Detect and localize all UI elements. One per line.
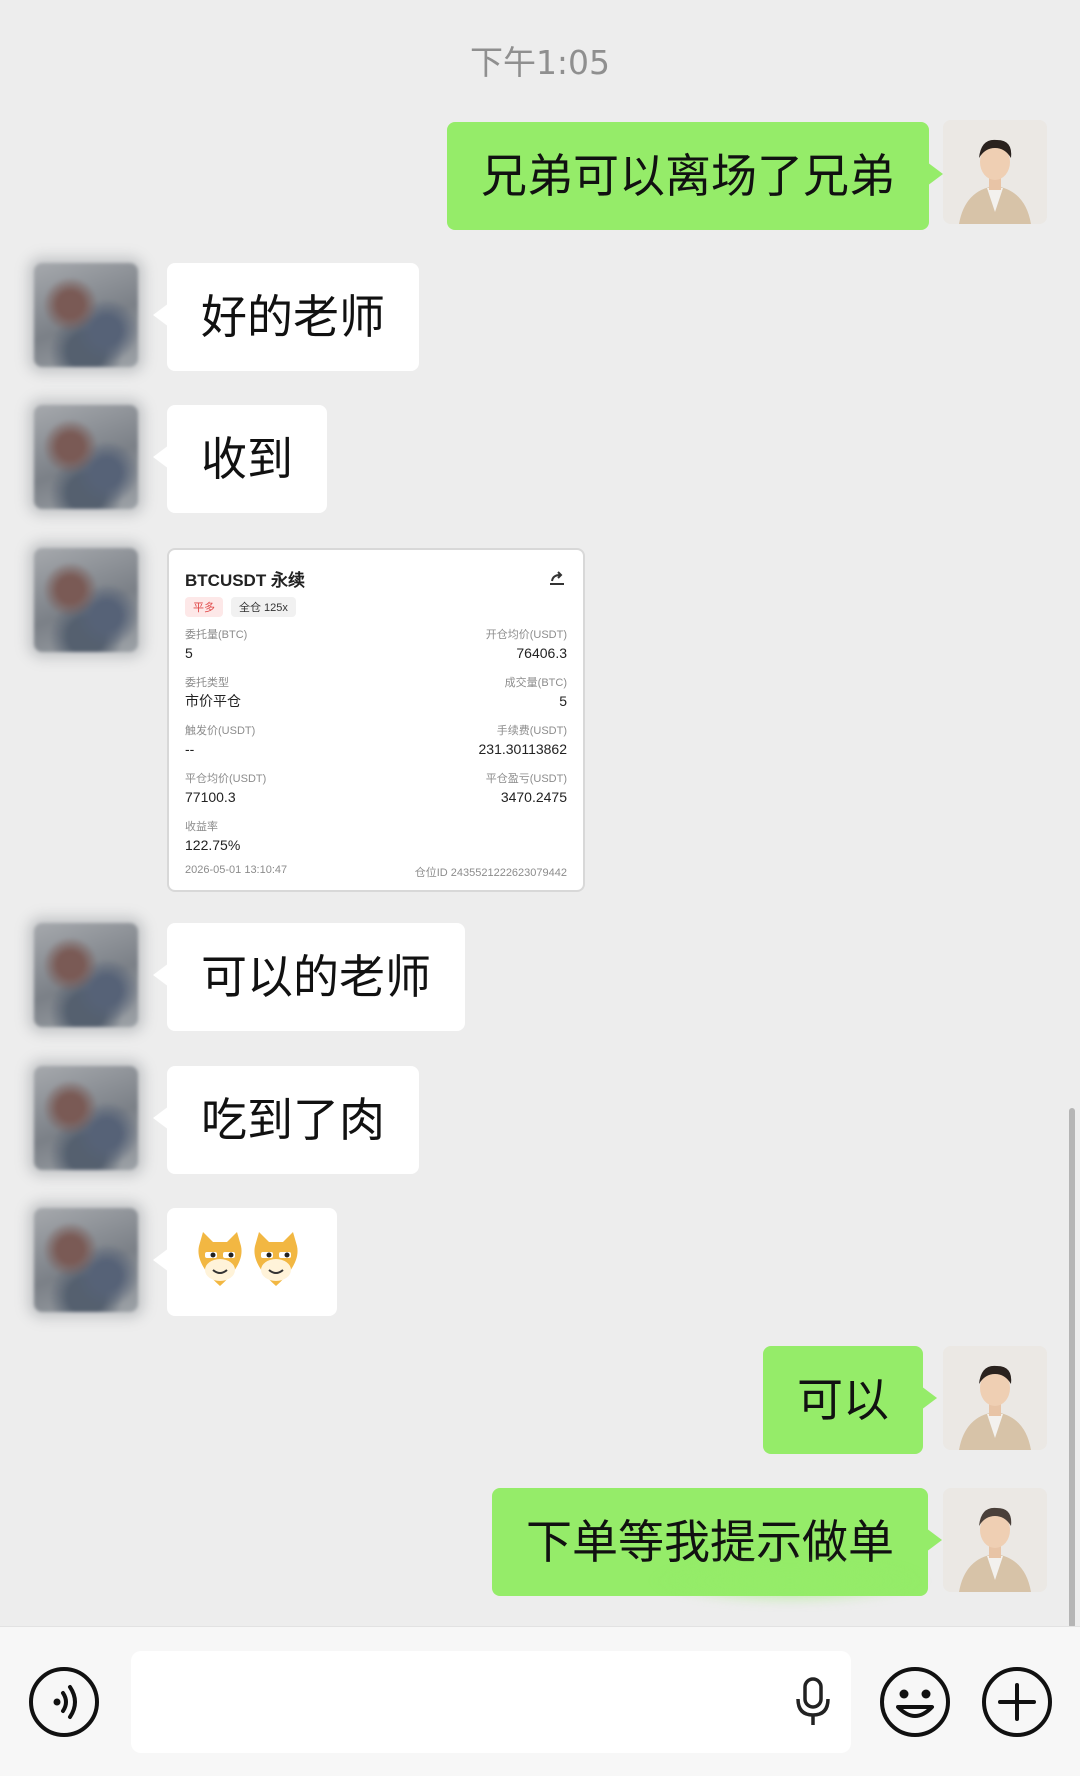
- share-icon: [550, 570, 564, 585]
- contact-avatar[interactable]: [34, 923, 138, 1027]
- message-timestamp: 下午1:05: [469, 43, 611, 82]
- card-row: 触发价(USDT) -- 手续费(USDT) 231.30113862: [185, 723, 567, 771]
- order-card-image[interactable]: BTCUSDT 永续 平多 全仓 125x 委托量(BTC) 5 开仓均价(USD…: [167, 548, 585, 892]
- contact-avatar[interactable]: [34, 1208, 138, 1312]
- field-label: 委托量(BTC): [185, 629, 248, 641]
- position-side-tag: 平多: [185, 597, 223, 617]
- chat-area: 下午1:05 兄弟可以离场了兄弟 好的老师 收到 BTCUSDT 永续 平多 全…: [0, 0, 1080, 1626]
- message-bubble-received[interactable]: 收到: [153, 405, 327, 513]
- field-value: 5: [185, 645, 193, 661]
- my-avatar[interactable]: [943, 1488, 1047, 1592]
- field-value: 77100.3: [185, 789, 236, 805]
- message-bubble-sent[interactable]: 可以: [763, 1346, 937, 1454]
- contact-avatar[interactable]: [34, 548, 138, 652]
- margin-mode-tag: 全仓 125x: [231, 597, 296, 617]
- emoji-icon[interactable]: [878, 1665, 952, 1739]
- field-value: --: [185, 741, 195, 757]
- voice-icon[interactable]: [27, 1665, 101, 1739]
- field-label: 手续费(USDT): [496, 725, 567, 737]
- message-input[interactable]: [131, 1651, 851, 1753]
- field-value: 231.30113862: [478, 741, 568, 757]
- contact-avatar[interactable]: [34, 263, 138, 367]
- my-avatar[interactable]: [943, 1346, 1047, 1450]
- field-label: 平仓均价(USDT): [185, 773, 267, 785]
- field-label: 开仓均价(USDT): [485, 629, 567, 641]
- position-id: 仓位ID 2435521222623079442: [414, 867, 567, 879]
- contact-avatar[interactable]: [34, 405, 138, 509]
- field-label: 收益率: [185, 821, 218, 833]
- blur-smudge: [650, 1556, 930, 1606]
- chat-scrollbar[interactable]: [1069, 1108, 1075, 1626]
- plus-icon[interactable]: [980, 1665, 1054, 1739]
- my-avatar[interactable]: [943, 120, 1047, 224]
- field-label: 触发价(USDT): [185, 725, 256, 737]
- message-bubble-received[interactable]: 吃到了肉: [153, 1066, 419, 1174]
- field-label: 成交量(BTC): [504, 677, 567, 689]
- field-label: 平仓盈亏(USDT): [485, 773, 567, 785]
- message-bubble-received[interactable]: 可以的老师: [153, 923, 465, 1031]
- field-value: 122.75%: [185, 837, 241, 853]
- message-bubble-received[interactable]: [153, 1208, 337, 1316]
- card-row: 收益率 122.75%: [185, 819, 567, 867]
- card-timestamp: 2026-05-01 13:10:47: [185, 864, 288, 876]
- field-value: 76406.3: [516, 645, 567, 661]
- field-label: 委托类型: [185, 677, 229, 689]
- field-value: 5: [559, 693, 567, 709]
- card-row: 委托类型市价平仓 成交量(BTC) 5: [185, 675, 567, 723]
- microphone-icon[interactable]: [793, 1677, 833, 1727]
- card-row: 委托量(BTC) 5 开仓均价(USDT) 76406.3: [185, 627, 567, 675]
- input-toolbar: [0, 1626, 1080, 1776]
- contact-avatar[interactable]: [34, 1066, 138, 1170]
- message-bubble-received[interactable]: 好的老师: [153, 263, 419, 371]
- field-value: 3470.2475: [500, 789, 567, 805]
- card-row: 平仓均价(USDT) 77100.3 平仓盈亏(USDT) 3470.2475: [185, 771, 567, 819]
- doge-emoji-icon: [198, 1232, 298, 1286]
- message-bubble-sent[interactable]: 兄弟可以离场了兄弟: [447, 122, 943, 230]
- card-title: BTCUSDT 永续: [185, 571, 305, 590]
- field-value: 市价平仓: [185, 693, 241, 709]
